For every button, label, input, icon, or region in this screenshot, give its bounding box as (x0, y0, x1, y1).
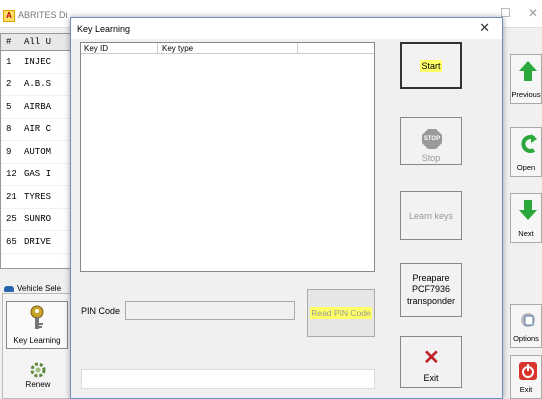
renew-label: Renew (25, 380, 51, 389)
column-key-type[interactable]: Key type (158, 43, 298, 54)
row-number: 8 (6, 124, 12, 135)
vehicle-selection-label: Vehicle Sele (17, 284, 62, 293)
pin-code-field[interactable] (125, 301, 295, 320)
read-pin-code-button[interactable]: Read PIN Code (307, 289, 375, 337)
key-icon (30, 305, 44, 329)
row-name: DRIVE (24, 236, 52, 247)
car-icon (4, 285, 14, 292)
key-learning-dialog: Key Learning ✕ Key ID Key type PIN Code … (70, 17, 503, 399)
prepare-transponder-button[interactable]: Preapare PCF7936 transponder (400, 263, 462, 317)
row-number: 21 (6, 191, 17, 202)
key-learning-tool-label: Key Learning (13, 336, 61, 345)
row-name: SUNRO (24, 214, 52, 225)
arrow-down-icon (519, 200, 537, 222)
next-button[interactable]: Next (510, 193, 542, 243)
background-exit-label: Exit (519, 385, 533, 394)
background-close-icon[interactable]: ✕ (528, 6, 538, 20)
row-name: AUTOM (24, 146, 52, 157)
next-label: Next (518, 229, 534, 238)
power-icon (519, 362, 537, 382)
col-name-header: All U (24, 37, 52, 47)
row-name: A.B.S (24, 79, 52, 90)
table-row[interactable]: 25 SUNRO (1, 209, 79, 231)
start-button[interactable]: Start (400, 42, 462, 89)
background-exit-button[interactable]: Exit (510, 355, 542, 399)
row-number: 12 (6, 169, 17, 180)
table-row[interactable]: 65 DRIVE (1, 231, 79, 254)
pin-code-label: PIN Code (81, 306, 121, 316)
row-name: AIRBA (24, 101, 52, 112)
row-number: 9 (6, 146, 12, 157)
row-number: 65 (6, 236, 17, 247)
abrites-logo: A (3, 10, 15, 22)
gear-icon (30, 362, 46, 378)
learn-keys-button[interactable]: Learn keys (400, 191, 462, 240)
background-table-header: # All U (1, 34, 79, 51)
table-row[interactable]: 9 AUTOM (1, 141, 79, 164)
dialog-title-bar: Key Learning ✕ (71, 18, 502, 39)
arrow-up-icon (519, 61, 537, 83)
row-number: 2 (6, 79, 12, 90)
table-row[interactable]: 21 TYRES (1, 186, 79, 209)
dialog-exit-label: Exit (423, 373, 439, 383)
learn-keys-label: Learn keys (408, 210, 454, 221)
table-row[interactable]: 1 INJEC (1, 51, 79, 74)
key-learning-tool-button[interactable]: Key Learning (6, 301, 68, 349)
exit-x-icon: ✕ (423, 347, 440, 369)
previous-label: Previous (511, 90, 541, 99)
col-number-header: # (6, 37, 12, 47)
row-number: 5 (6, 101, 12, 112)
renew-tool-button[interactable]: Renew (18, 362, 58, 389)
start-label: Start (420, 59, 442, 72)
row-number: 1 (6, 56, 12, 67)
stop-button[interactable]: STOP Stop (400, 117, 462, 165)
vehicle-selection-tab[interactable]: Vehicle Sele (4, 284, 61, 293)
table-row[interactable]: 5 AIRBA (1, 96, 79, 119)
table-row[interactable]: 12 GAS I (1, 164, 79, 186)
row-name: GAS I (24, 169, 52, 180)
options-label: Options (513, 334, 539, 343)
open-button[interactable]: Open (510, 127, 542, 177)
key-table-header: Key ID Key type (81, 43, 374, 54)
row-name: TYRES (24, 191, 52, 202)
table-row[interactable]: 2 A.B.S (1, 74, 79, 96)
background-app-title: ABRITES Di (18, 10, 68, 20)
stop-label: Stop (421, 153, 441, 163)
close-icon[interactable]: ✕ (479, 20, 490, 36)
options-icon (519, 311, 537, 331)
background-module-table: # All U 1 INJEC 2 A.B.S 5 AIRBA 8 AIR C 9 AUT… (0, 33, 80, 269)
key-table[interactable]: Key ID Key type (80, 42, 375, 272)
open-label: Open (516, 163, 536, 172)
dialog-exit-button[interactable]: ✕ Exit (400, 336, 462, 388)
row-name: INJEC (24, 56, 52, 67)
prepare-transponder-label: Preapare PCF7936 transponder (406, 273, 456, 306)
screen: A ABRITES Di ☐ ✕ # All U 1 INJEC 2 A.B.S 5… (0, 0, 542, 399)
row-number: 25 (6, 214, 17, 225)
column-key-id[interactable]: Key ID (81, 43, 158, 54)
options-button[interactable]: Options (510, 304, 542, 348)
status-field (81, 369, 375, 389)
dialog-title: Key Learning (77, 24, 131, 34)
table-row[interactable]: 8 AIR C (1, 119, 79, 141)
curved-arrow-icon (519, 134, 537, 156)
stop-sign-icon: STOP (422, 129, 442, 149)
read-pin-code-label: Read PIN Code (310, 307, 372, 319)
previous-button[interactable]: Previous (510, 54, 542, 104)
row-name: AIR C (24, 124, 52, 135)
